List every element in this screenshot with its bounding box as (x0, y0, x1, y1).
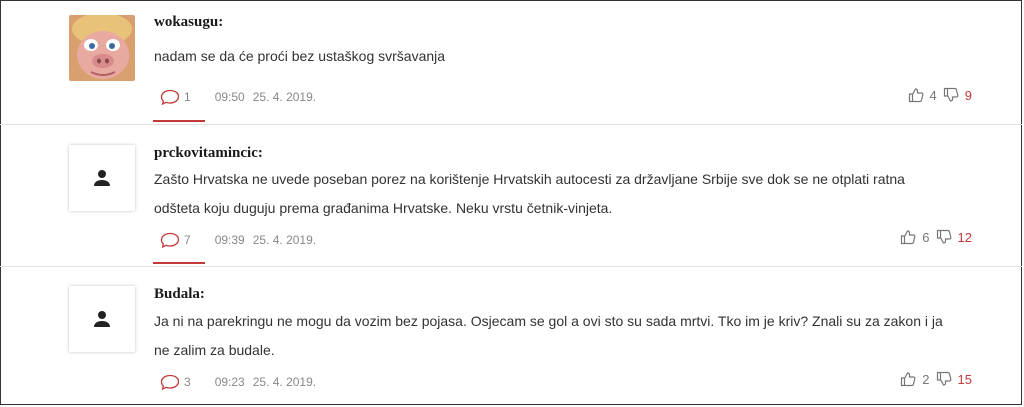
dislike-count: 9 (964, 87, 972, 103)
dislike-button[interactable]: 12 (936, 229, 972, 245)
reply-button[interactable]: 3 (160, 374, 191, 390)
comment-meta: 3 09:23 25. 4. 2019. (160, 372, 316, 392)
comment-username[interactable]: Budala: (154, 286, 205, 303)
thumbs-down-icon (936, 229, 951, 244)
avatar[interactable] (69, 145, 135, 211)
like-button[interactable]: 2 (900, 371, 930, 387)
thumbs-down-icon (936, 371, 951, 386)
thumbs-up-icon (901, 372, 916, 387)
speech-bubble-icon (160, 89, 180, 105)
reply-count: 3 (184, 375, 191, 389)
comment-text: Ja ni na parekringu ne mogu da vozim bez… (154, 313, 943, 358)
reply-button[interactable]: 7 (160, 232, 191, 248)
comment-text: nadam se da će proći bez ustaškog svršav… (154, 48, 446, 64)
dislike-button[interactable]: 15 (936, 371, 972, 387)
like-button[interactable]: 6 (900, 229, 930, 245)
comment-divider (0, 266, 1022, 267)
comment-time: 09:39 (214, 233, 245, 247)
thumbs-up-icon (908, 88, 923, 103)
speech-bubble-icon (160, 374, 180, 390)
comment-text: Zašto Hrvatska ne uvede poseban porez na… (154, 171, 905, 216)
comment-username[interactable]: prckovitamincic: (154, 145, 263, 162)
thumbs-down-icon (943, 87, 959, 102)
active-indicator (153, 120, 205, 122)
user-icon (94, 170, 110, 186)
avatar[interactable] (69, 15, 135, 81)
speech-bubble-icon (160, 232, 180, 248)
active-indicator (153, 262, 205, 264)
reply-button[interactable]: 1 (160, 89, 191, 105)
like-count: 2 (922, 371, 930, 387)
like-button[interactable]: 4 (908, 87, 937, 103)
user-icon (94, 311, 110, 327)
vote-controls: 6 12 (900, 227, 972, 247)
comment-date: 25. 4. 2019. (252, 233, 317, 247)
comment-date: 25. 4. 2019. (252, 375, 317, 389)
reply-count: 7 (184, 233, 191, 247)
comment-divider (0, 124, 1022, 125)
like-count: 4 (929, 87, 937, 103)
comment-meta: 7 09:39 25. 4. 2019. (160, 230, 316, 250)
comment-time: 09:23 (214, 375, 245, 389)
dislike-count: 12 (957, 229, 972, 245)
comment-username[interactable]: wokasugu: (154, 14, 223, 31)
like-count: 6 (922, 229, 930, 245)
dislike-button[interactable]: 9 (943, 87, 972, 103)
thumbs-up-icon (901, 230, 916, 245)
reply-count: 1 (184, 90, 191, 104)
comment-time: 09:50 (214, 90, 245, 104)
dislike-count: 15 (957, 371, 972, 387)
comment-meta: 1 09:50 25. 4. 2019. (160, 87, 316, 107)
comment-date: 25. 4. 2019. (252, 90, 317, 104)
avatar[interactable] (69, 286, 135, 352)
vote-controls: 2 15 (900, 369, 972, 389)
vote-controls: 4 9 (908, 85, 972, 105)
puppet-avatar-icon (69, 15, 135, 81)
